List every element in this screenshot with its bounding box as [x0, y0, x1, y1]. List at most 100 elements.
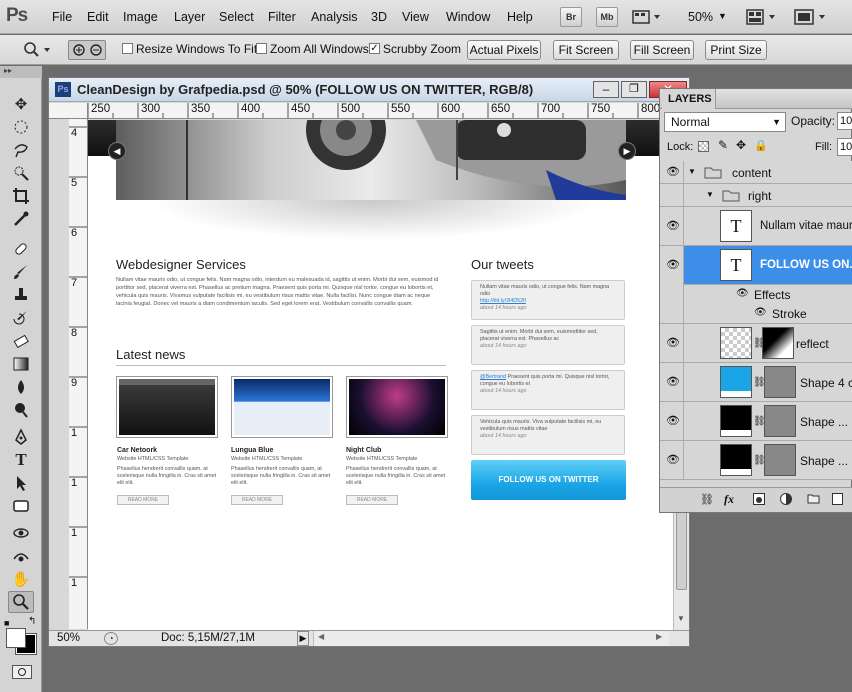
restore-icon[interactable]: ❐	[621, 81, 647, 98]
document-canvas[interactable]: ◀ ▶ Webdesigner Services Nullam vitae ma…	[88, 120, 673, 630]
menu-window[interactable]: Window	[446, 10, 490, 24]
zoom-all-windows-checkbox[interactable]	[256, 43, 267, 54]
zoom-level-dropdown[interactable]: 50%	[688, 10, 713, 24]
menu-view[interactable]: View	[402, 10, 429, 24]
swap-colors-icon[interactable]: ↰	[28, 616, 36, 627]
layer-row-shape[interactable]: 👁 ⛓ Shape ...	[660, 402, 852, 441]
mask-thumbnail[interactable]	[762, 327, 794, 359]
lasso-tool-icon[interactable]	[8, 139, 34, 161]
read-more-button[interactable]: READ MORE	[346, 495, 398, 505]
slider-next-icon[interactable]: ▶	[618, 142, 636, 160]
fill-screen-button[interactable]: Fill Screen	[630, 40, 694, 60]
eye-icon[interactable]: 👁	[665, 219, 681, 233]
document-title-bar[interactable]: Ps CleanDesign by Grafpedia.psd @ 50% (F…	[49, 78, 689, 102]
arrange-documents-icon[interactable]	[746, 9, 778, 25]
layer-effects-row[interactable]: 👁 Effects	[660, 285, 852, 304]
default-colors-icon[interactable]: ■	[4, 618, 9, 628]
menu-image[interactable]: Image	[123, 10, 158, 24]
scrollbar-thumb[interactable]	[676, 500, 687, 590]
menu-filter[interactable]: Filter	[268, 10, 296, 24]
read-more-button[interactable]: READ MORE	[117, 495, 169, 505]
bridge-button[interactable]: Br	[560, 7, 582, 27]
layer-row-shape[interactable]: 👁 ⛓ Shape ...	[660, 441, 852, 480]
eye-icon[interactable]: 👁	[754, 307, 767, 318]
rectangle-shape-icon[interactable]	[8, 495, 34, 517]
pen-tool-icon[interactable]	[8, 426, 34, 448]
vertical-ruler[interactable]: 4 5 6 7 8 9 1 1 1 1	[69, 119, 88, 629]
adjustment-layer-icon[interactable]	[780, 493, 792, 505]
hand-tool-icon[interactable]: ✋	[8, 568, 34, 590]
follow-twitter-button[interactable]: FOLLOW US ON TWITTER	[471, 460, 626, 500]
menu-3d[interactable]: 3D	[371, 10, 387, 24]
type-tool-icon[interactable]: T	[8, 449, 34, 471]
layer-style-icon[interactable]: fx	[724, 492, 734, 507]
scroll-down-icon[interactable]: ▼	[677, 614, 685, 623]
menu-layer[interactable]: Layer	[174, 10, 205, 24]
new-layer-icon[interactable]	[832, 493, 843, 505]
eye-icon[interactable]: 👁	[665, 453, 681, 467]
history-brush-icon[interactable]	[8, 307, 34, 329]
eye-icon[interactable]: 👁	[736, 288, 749, 299]
clone-stamp-icon[interactable]	[8, 284, 34, 306]
zoom-tool-icon[interactable]	[8, 591, 34, 613]
scrubby-zoom-checkbox[interactable]: ✓	[369, 43, 380, 54]
actual-pixels-button[interactable]: Actual Pixels	[467, 40, 541, 60]
horizontal-scrollbar[interactable]: ◀ ▶	[313, 631, 669, 646]
eye-icon[interactable]: 👁	[665, 258, 681, 272]
eye-icon[interactable]: 👁	[665, 414, 681, 428]
screen-mode-icon[interactable]	[794, 9, 830, 25]
menu-analysis[interactable]: Analysis	[311, 10, 358, 24]
chevron-down-icon[interactable]: ▼	[688, 167, 696, 176]
blend-mode-dropdown[interactable]: Normal ▼	[664, 112, 786, 132]
fill-input[interactable]: 10	[837, 138, 852, 156]
lock-transparency-icon[interactable]	[698, 141, 709, 152]
quick-selection-icon[interactable]	[8, 162, 34, 184]
layer-stroke-row[interactable]: 👁 Stroke	[660, 304, 852, 324]
layer-row-reflect[interactable]: 👁 ⛓ reflect	[660, 324, 852, 363]
scroll-right-icon[interactable]: ▶	[656, 632, 662, 641]
eye-icon[interactable]: 👁	[665, 336, 681, 350]
slider-prev-icon[interactable]: ◀	[108, 142, 126, 160]
vector-mask-thumbnail[interactable]	[764, 444, 796, 476]
add-mask-icon[interactable]	[753, 493, 765, 505]
tweet-link[interactable]: http://bit.ly/2l4D52lf	[480, 298, 616, 305]
3d-rotate-icon[interactable]	[8, 522, 34, 544]
chevron-down-icon[interactable]: ▼	[706, 190, 714, 199]
zoom-tool-preset-icon[interactable]	[22, 41, 56, 59]
status-arrow-icon[interactable]: ▶	[297, 631, 309, 646]
dodge-tool-icon[interactable]	[8, 399, 34, 421]
lock-position-icon[interactable]: ✥	[736, 138, 746, 152]
layer-row-follow-selected[interactable]: 👁 T FOLLOW US ON...	[660, 246, 852, 285]
layer-row-text[interactable]: 👁 T Nullam vitae mauris	[660, 207, 852, 246]
vector-mask-thumbnail[interactable]	[764, 405, 796, 437]
brush-tool-icon[interactable]	[8, 261, 34, 283]
read-more-button[interactable]: READ MORE	[231, 495, 283, 505]
chevron-down-icon[interactable]: ▼	[718, 11, 727, 21]
link-layers-icon[interactable]: ⛓	[700, 493, 714, 506]
zoom-in-out-toggle[interactable]	[68, 40, 106, 60]
zoom-field[interactable]: 50%	[57, 632, 80, 644]
move-tool-icon[interactable]: ✥	[8, 93, 34, 115]
eye-icon[interactable]: 👁	[665, 375, 681, 389]
3d-orbit-icon[interactable]	[8, 545, 34, 567]
gradient-tool-icon[interactable]	[8, 353, 34, 375]
foreground-color-swatch[interactable]	[6, 628, 26, 648]
fit-screen-button[interactable]: Fit Screen	[553, 40, 619, 60]
view-extras-icon[interactable]	[632, 9, 662, 25]
horizontal-ruler[interactable]: 250 300 350 400 450 500 550 600 650 700 …	[88, 103, 688, 119]
menu-select[interactable]: Select	[219, 10, 254, 24]
layer-row-content[interactable]: 👁 ▼ content	[660, 161, 852, 184]
eraser-icon[interactable]	[8, 330, 34, 352]
eye-icon[interactable]: 👁	[665, 165, 681, 179]
eyedropper-icon[interactable]	[8, 208, 34, 230]
marquee-tool-icon[interactable]	[8, 116, 34, 138]
lock-all-icon[interactable]: 🔒	[754, 139, 768, 152]
lock-pixels-icon[interactable]: ✎	[718, 138, 728, 152]
new-group-icon[interactable]	[807, 493, 820, 504]
print-size-button[interactable]: Print Size	[705, 40, 767, 60]
minibridge-button[interactable]: Mb	[596, 7, 618, 27]
blur-tool-icon[interactable]	[8, 376, 34, 398]
menu-file[interactable]: File	[52, 10, 72, 24]
minimize-icon[interactable]: –	[593, 81, 619, 98]
layer-row-shape4[interactable]: 👁 ⛓ Shape 4 co	[660, 363, 852, 402]
